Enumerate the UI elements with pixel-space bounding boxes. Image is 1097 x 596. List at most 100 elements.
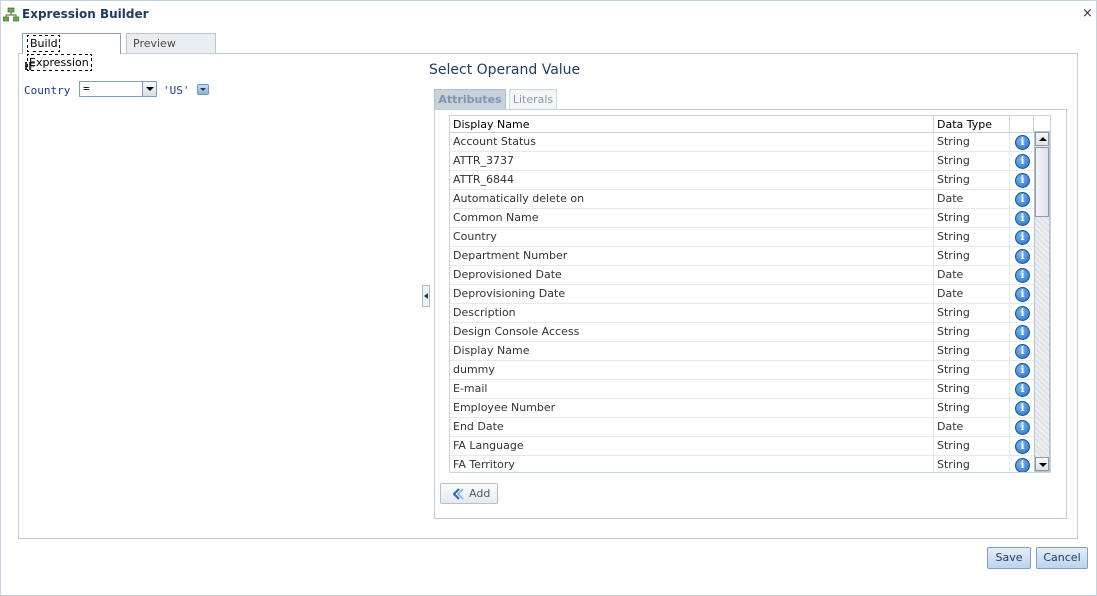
cell-info: i <box>1010 247 1034 265</box>
info-icon[interactable]: i <box>1015 154 1030 169</box>
cell-info: i <box>1010 133 1034 151</box>
operand-panel-title: Select Operand Value <box>429 62 581 78</box>
add-button-label: Add <box>469 487 491 500</box>
cancel-button[interactable]: Cancel <box>1036 547 1088 569</box>
cell-info: i <box>1010 323 1034 341</box>
operand-menu-icon[interactable] <box>197 84 209 95</box>
table-row[interactable]: End Date Date i <box>450 418 1034 437</box>
collapse-panel-icon[interactable] <box>422 285 430 307</box>
column-header-display-name[interactable]: Display Name <box>450 116 934 133</box>
cell-info: i <box>1010 285 1034 303</box>
cell-info: i <box>1010 209 1034 227</box>
table-body: Account Status String i ATTR_3737 String i A… <box>450 133 1034 472</box>
info-icon[interactable]: i <box>1015 325 1030 340</box>
table-row[interactable]: ATTR_3737 String i <box>450 152 1034 171</box>
info-icon[interactable]: i <box>1015 230 1030 245</box>
add-button[interactable]: Add <box>440 483 498 504</box>
info-icon[interactable]: i <box>1015 192 1030 207</box>
table-row[interactable]: Automatically delete on Date i <box>450 190 1034 209</box>
info-icon[interactable]: i <box>1015 363 1030 378</box>
operator-value: = <box>83 82 90 95</box>
table-row[interactable]: FA Territory String i <box>450 456 1034 472</box>
info-icon[interactable]: i <box>1015 306 1030 321</box>
cell-display-name: Common Name <box>450 209 934 227</box>
cell-data-type: Date <box>934 190 1010 208</box>
table-row[interactable]: dummy String i <box>450 361 1034 380</box>
table-row[interactable]: FA Language String i <box>450 437 1034 456</box>
info-icon[interactable]: i <box>1015 268 1030 283</box>
info-icon[interactable]: i <box>1015 135 1030 150</box>
condition-attribute-link[interactable]: Country <box>24 84 70 97</box>
cell-data-type: String <box>934 304 1010 322</box>
info-icon[interactable]: i <box>1015 401 1030 416</box>
attributes-table: Display Name Data Type Account Status Str… <box>449 115 1051 473</box>
cell-display-name: dummy <box>450 361 934 379</box>
info-icon[interactable]: i <box>1015 249 1030 264</box>
cell-info: i <box>1010 228 1034 246</box>
table-row[interactable]: Deprovisioned Date Date i <box>450 266 1034 285</box>
table-row[interactable]: Account Status String i <box>450 133 1034 152</box>
table-row[interactable]: Description String i <box>450 304 1034 323</box>
cell-data-type: String <box>934 171 1010 189</box>
cell-display-name: Automatically delete on <box>450 190 934 208</box>
expression-builder-icon <box>3 7 19 22</box>
cell-display-name: Deprovisioning Date <box>450 285 934 303</box>
tab-build-expression[interactable]: Build Expression <box>22 33 121 71</box>
tab-label: Build Expression <box>27 35 92 71</box>
table-scrollbar[interactable] <box>1034 131 1050 472</box>
cell-info: i <box>1010 380 1034 398</box>
cell-display-name: Description <box>450 304 934 322</box>
cell-info: i <box>1010 456 1034 472</box>
info-icon[interactable]: i <box>1015 420 1030 435</box>
close-icon[interactable]: × <box>1082 6 1093 21</box>
tab-attributes[interactable]: Attributes <box>434 89 506 110</box>
cell-data-type: String <box>934 152 1010 170</box>
scroll-down-icon[interactable] <box>1035 457 1049 471</box>
column-header-data-type[interactable]: Data Type <box>934 116 1010 133</box>
cell-display-name: ATTR_6844 <box>450 171 934 189</box>
info-icon[interactable]: i <box>1015 173 1030 188</box>
cell-data-type: Date <box>934 266 1010 284</box>
operator-select[interactable]: = <box>79 81 157 97</box>
info-icon[interactable]: i <box>1015 287 1030 302</box>
info-icon[interactable]: i <box>1015 344 1030 359</box>
cell-data-type: Date <box>934 418 1010 436</box>
table-row[interactable]: Design Console Access String i <box>450 323 1034 342</box>
table-header: Display Name Data Type <box>450 116 1050 133</box>
info-icon[interactable]: i <box>1015 382 1030 397</box>
cell-display-name: Deprovisioned Date <box>450 266 934 284</box>
table-row[interactable]: Employee Number String i <box>450 399 1034 418</box>
chevron-down-icon[interactable] <box>142 82 156 96</box>
cell-info: i <box>1010 418 1034 436</box>
cell-data-type: String <box>934 437 1010 455</box>
cell-info: i <box>1010 152 1034 170</box>
cell-display-name: Display Name <box>450 342 934 360</box>
cell-data-type: String <box>934 228 1010 246</box>
column-header-info <box>1010 116 1034 133</box>
cell-info: i <box>1010 399 1034 417</box>
cell-data-type: String <box>934 456 1010 472</box>
info-icon[interactable]: i <box>1015 211 1030 226</box>
cell-data-type: String <box>934 361 1010 379</box>
scroll-up-icon[interactable] <box>1035 132 1049 146</box>
cell-display-name: Account Status <box>450 133 934 151</box>
cell-data-type: String <box>934 342 1010 360</box>
tab-literals[interactable]: Literals <box>509 89 557 110</box>
scrollbar-thumb[interactable] <box>1035 147 1049 217</box>
cell-data-type: String <box>934 209 1010 227</box>
operand-value[interactable]: 'US' <box>163 84 190 97</box>
table-row[interactable]: E-mail String i <box>450 380 1034 399</box>
table-row[interactable]: Display Name String i <box>450 342 1034 361</box>
save-button[interactable]: Save <box>987 547 1031 569</box>
cell-info: i <box>1010 171 1034 189</box>
info-icon[interactable]: i <box>1015 439 1030 454</box>
table-row[interactable]: Deprovisioning Date Date i <box>450 285 1034 304</box>
table-row[interactable]: Country String i <box>450 228 1034 247</box>
tab-preview-results[interactable]: Preview Results <box>126 33 216 69</box>
info-icon[interactable]: i <box>1015 458 1030 472</box>
cell-info: i <box>1010 342 1034 360</box>
table-row[interactable]: ATTR_6844 String i <box>450 171 1034 190</box>
table-row[interactable]: Department Number String i <box>450 247 1034 266</box>
cell-display-name: FA Territory <box>450 456 934 472</box>
table-row[interactable]: Common Name String i <box>450 209 1034 228</box>
